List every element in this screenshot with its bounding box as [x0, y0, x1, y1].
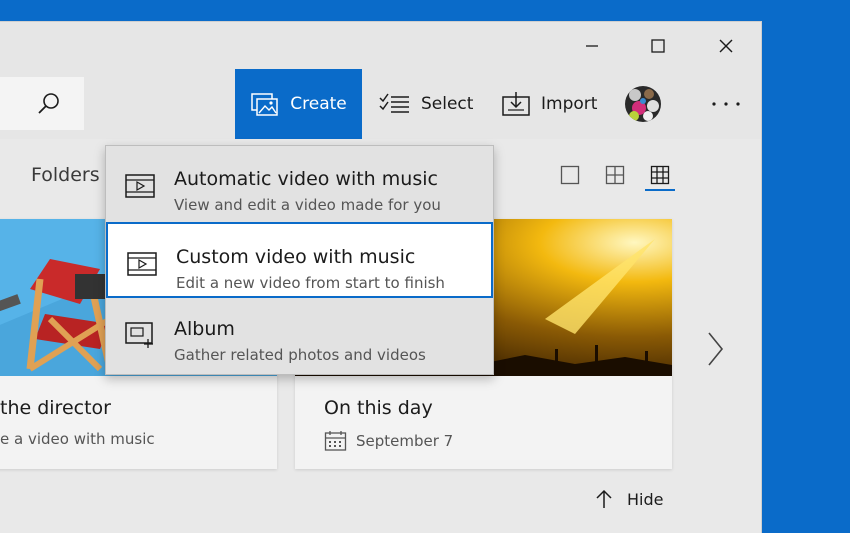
- medium-tiles-icon: [605, 165, 625, 185]
- create-button[interactable]: Create: [235, 69, 362, 139]
- create-label: Create: [290, 94, 347, 114]
- menu-item-custom-video[interactable]: Custom video with music Edit a new video…: [106, 222, 493, 298]
- album-icon: [125, 322, 153, 348]
- toolbar: Create Select Import: [0, 69, 761, 139]
- large-tiles-icon: [560, 165, 580, 185]
- account-avatar-image: [625, 86, 661, 122]
- minimize-button[interactable]: [562, 22, 622, 69]
- menu-item-subtitle: Gather related photos and videos: [174, 346, 426, 364]
- calendar-icon: [324, 431, 347, 451]
- card-date-label: September 7: [356, 432, 454, 450]
- import-button[interactable]: Import: [501, 69, 597, 139]
- menu-item-subtitle: Edit a new video from start to finish: [176, 274, 445, 292]
- menu-item-album[interactable]: Album Gather related photos and videos: [106, 296, 493, 372]
- close-icon: [719, 39, 733, 52]
- card-date: September 7: [324, 430, 453, 452]
- menu-item-title: Album: [174, 318, 235, 340]
- film-play-icon: [127, 252, 157, 276]
- search-icon: [38, 93, 59, 114]
- film-music-icon: [125, 174, 155, 198]
- maximize-icon: [651, 38, 665, 53]
- import-label: Import: [541, 94, 598, 114]
- create-dropdown-menu: Automatic video with music View and edit…: [105, 145, 494, 375]
- menu-item-automatic-video[interactable]: Automatic video with music View and edit…: [106, 146, 493, 222]
- title-bar: [0, 22, 761, 69]
- import-icon: [502, 92, 530, 116]
- more-options-button[interactable]: [702, 79, 750, 129]
- avatar[interactable]: [625, 86, 661, 122]
- chevron-right-icon: [708, 332, 724, 366]
- view-small-button[interactable]: [645, 161, 675, 191]
- menu-item-title: Custom video with music: [176, 246, 416, 268]
- small-tiles-icon: [650, 165, 670, 185]
- menu-item-subtitle: View and edit a video made for you: [174, 196, 441, 214]
- arrow-up-icon: [596, 489, 612, 508]
- checklist-icon: [379, 93, 409, 113]
- card-subtitle: e a video with music: [0, 430, 155, 448]
- view-size-switcher: [555, 161, 680, 191]
- hide-label: Hide: [627, 489, 664, 509]
- next-button[interactable]: [700, 329, 730, 369]
- view-large-button[interactable]: [555, 161, 585, 189]
- more-icon: [712, 102, 740, 106]
- select-button[interactable]: Select: [379, 69, 473, 139]
- card-title: the director: [0, 397, 111, 419]
- hide-button[interactable]: Hide: [595, 489, 663, 509]
- select-label: Select: [421, 94, 474, 114]
- folders-tab[interactable]: Folders: [31, 164, 100, 186]
- search-box[interactable]: [0, 77, 84, 130]
- view-medium-button[interactable]: [600, 161, 630, 189]
- close-button[interactable]: [696, 22, 756, 69]
- maximize-button[interactable]: [628, 22, 688, 69]
- card-title: On this day: [324, 397, 433, 419]
- minimize-icon: [586, 44, 598, 47]
- create-icon: [251, 93, 278, 116]
- menu-item-title: Automatic video with music: [174, 168, 438, 190]
